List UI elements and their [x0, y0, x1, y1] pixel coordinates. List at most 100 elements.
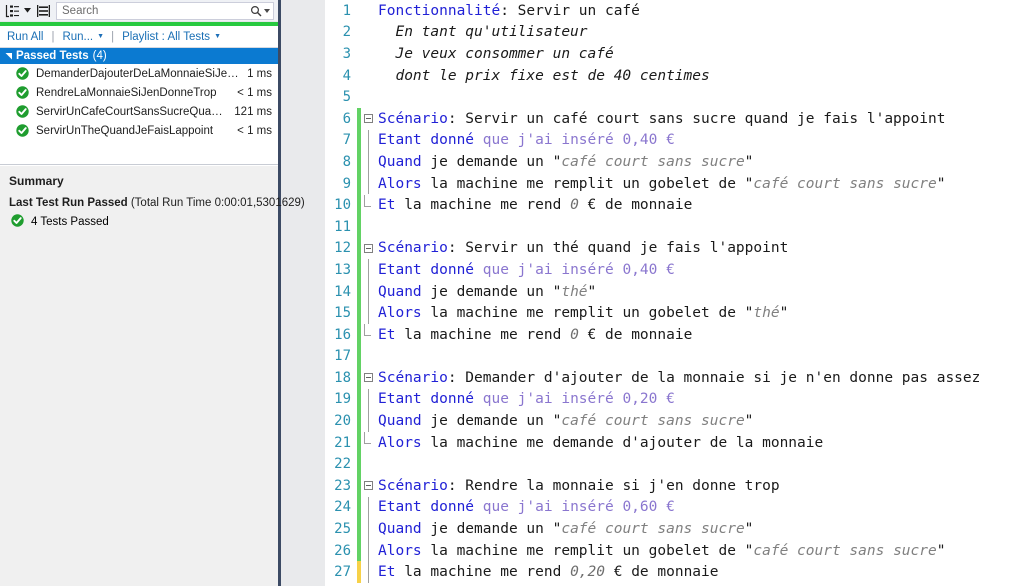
outline-region-end [361, 432, 375, 454]
list-settings-icon[interactable] [33, 1, 53, 21]
code-line[interactable]: 27 Et la machine me rend 0,20 € de monnai… [325, 561, 1024, 584]
collapse-region-icon[interactable] [361, 475, 375, 497]
code-line[interactable]: 1 Fonctionnalité: Servir un café [325, 0, 1024, 22]
search-input[interactable]: Search [56, 1, 274, 20]
search-placeholder-text: Search [62, 4, 99, 17]
code-line-text: Etant donné que j'ai inséré 0,40 € [375, 262, 1024, 278]
playlist-chevron-down-icon[interactable]: ▼ [214, 33, 221, 40]
code-line[interactable]: 25 Quand je demande un "café court sans s… [325, 518, 1024, 540]
code-line-text: Quand je demande un "café court sans suc… [375, 413, 1024, 429]
code-line[interactable]: 15 Alors la machine me remplit un gobelet… [325, 302, 1024, 324]
code-token: la machine me rend [395, 564, 571, 581]
test-explorer-panel: Search Run All | Run... ▼ | Playlist : A… [0, 0, 305, 586]
code-line[interactable]: 13 Etant donné que j'ai inséré 0,40 € [325, 259, 1024, 281]
line-number: 2 [342, 24, 351, 41]
test-list-item[interactable]: RendreLaMonnaieSiJenDonneTrop < 1 ms [0, 83, 278, 102]
code-line[interactable]: 22 [325, 453, 1024, 476]
code-line[interactable]: 18 Scénario: Demander d'ajouter de la mon… [325, 367, 1024, 389]
summary-title: Summary [9, 174, 64, 188]
code-line[interactable]: 4 dont le prix fixe est de 40 centimes [325, 65, 1024, 87]
code-line-text: Alors la machine me demande d'ajouter de… [375, 435, 1024, 451]
code-line[interactable]: 21 Alors la machine me demande d'ajouter … [325, 431, 1024, 454]
code-token: la machine me rend [395, 197, 571, 214]
code-token: " [744, 521, 754, 538]
code-line[interactable]: 12 Scénario: Servir un thé quand je fais … [325, 237, 1024, 260]
run-dropdown-button[interactable]: Run... [61, 31, 94, 43]
line-number: 7 [342, 132, 351, 149]
code-editor[interactable]: 1 Fonctionnalité: Servir un café 2 En tant… [325, 0, 1024, 586]
collapse-region-icon[interactable] [361, 238, 375, 260]
code-token: Fonctionnalité [378, 2, 501, 19]
passed-check-icon [11, 214, 24, 230]
run-chevron-down-icon[interactable]: ▼ [97, 33, 104, 40]
code-token: : Demander d'ajouter de la monnaie si je… [447, 369, 981, 386]
group-by-icon[interactable] [2, 1, 22, 21]
outline-gutter-empty [361, 86, 375, 108]
line-number: 19 [334, 391, 351, 408]
line-number: 17 [334, 348, 351, 365]
outline-vertical-line [361, 280, 375, 303]
summary-passed-row: 4 Tests Passed [9, 214, 269, 230]
code-token: Alors [378, 175, 422, 192]
line-number: 26 [334, 542, 351, 559]
line-number: 13 [334, 261, 351, 278]
code-line[interactable]: 10 Et la machine me rend 0 € de monnaie [325, 194, 1024, 216]
code-line[interactable]: 11 [325, 215, 1024, 238]
outline-gutter-empty [361, 0, 375, 22]
command-separator-2: | [111, 31, 115, 43]
line-number: 25 [334, 521, 351, 538]
code-token: € de monnaie [578, 326, 693, 343]
test-list-item[interactable]: ServirUnCafeCourtSansSucreQuandJeFaisL..… [0, 102, 278, 121]
triangle-expanded-icon[interactable] [2, 52, 16, 60]
code-line[interactable]: 7 Etant donné que j'ai inséré 0,40 € [325, 129, 1024, 152]
code-line[interactable]: 9 Alors la machine me remplit un gobelet … [325, 172, 1024, 195]
code-line-text: Et la machine me rend 0 € de monnaie [375, 197, 1024, 213]
code-line[interactable]: 20 Quand je demande un "café court sans s… [325, 410, 1024, 432]
code-line[interactable]: 14 Quand je demande un "thé" [325, 280, 1024, 303]
code-token: Quand [378, 413, 422, 430]
test-duration: < 1 ms [237, 124, 272, 137]
search-chevron-down-icon[interactable] [262, 8, 271, 13]
code-line-text: Fonctionnalité: Servir un café [375, 3, 1024, 19]
code-line[interactable]: 3 Je veux consommer un café [325, 43, 1024, 65]
app-root: Search Run All | Run... ▼ | Playlist : A… [0, 0, 1024, 586]
code-line[interactable]: 8 Quand je demande un "café court sans su… [325, 151, 1024, 173]
outline-vertical-line [361, 388, 375, 411]
code-line[interactable]: 26 Alors la machine me remplit un gobelet… [325, 539, 1024, 562]
code-token: Alors [378, 542, 422, 559]
code-token: : Servir un café [500, 2, 640, 19]
code-token: Quand [378, 283, 422, 300]
code-token: 0 [570, 326, 579, 343]
code-line[interactable]: 2 En tant qu'utilisateur [325, 22, 1024, 44]
code-line[interactable]: 16 Et la machine me rend 0 € de monnaie [325, 323, 1024, 346]
code-line[interactable]: 24 Etant donné que j'ai inséré 0,60 € [325, 496, 1024, 519]
test-explorer-toolbar: Search [0, 0, 278, 22]
collapse-region-icon[interactable] [361, 108, 375, 130]
test-group-passed[interactable]: Passed Tests (4) [0, 48, 278, 64]
code-line[interactable]: 17 [325, 345, 1024, 368]
group-by-chevron-down-icon[interactable] [22, 1, 33, 21]
test-list-item[interactable]: DemanderDajouterDeLaMonnaieSiJeNenDo... … [0, 64, 278, 83]
code-line[interactable]: 19 Etant donné que j'ai inséré 0,20 € [325, 388, 1024, 411]
collapse-region-icon[interactable] [361, 367, 375, 389]
code-token: € de monnaie [578, 197, 693, 214]
line-number: 14 [334, 283, 351, 300]
code-token: " [779, 305, 789, 322]
run-all-button[interactable]: Run All [6, 31, 44, 43]
outline-gutter-empty [361, 216, 375, 238]
test-name: ServirUnTheQuandJeFaisLappoint [36, 124, 214, 137]
line-number: 11 [334, 218, 351, 235]
test-list-item[interactable]: ServirUnTheQuandJeFaisLappoint < 1 ms [0, 121, 278, 140]
code-token: café court sans sucre [561, 153, 745, 170]
code-line[interactable]: 5 [325, 86, 1024, 108]
outline-region-end [361, 324, 375, 346]
code-line-text: Quand je demande un "café court sans suc… [375, 521, 1024, 537]
playlist-dropdown-button[interactable]: Playlist : All Tests [121, 31, 211, 43]
code-token: : Rendre la monnaie si j'en donne trop [447, 477, 780, 494]
code-token: 0,20 [570, 564, 605, 581]
code-token: la machine me remplit un gobelet de " [421, 175, 754, 192]
code-line[interactable]: 6 Scénario: Servir un café court sans suc… [325, 107, 1024, 130]
code-token: café court sans sucre [753, 542, 937, 559]
search-magnifier-icon[interactable] [250, 5, 262, 17]
code-line[interactable]: 23 Scénario: Rendre la monnaie si j'en do… [325, 475, 1024, 497]
